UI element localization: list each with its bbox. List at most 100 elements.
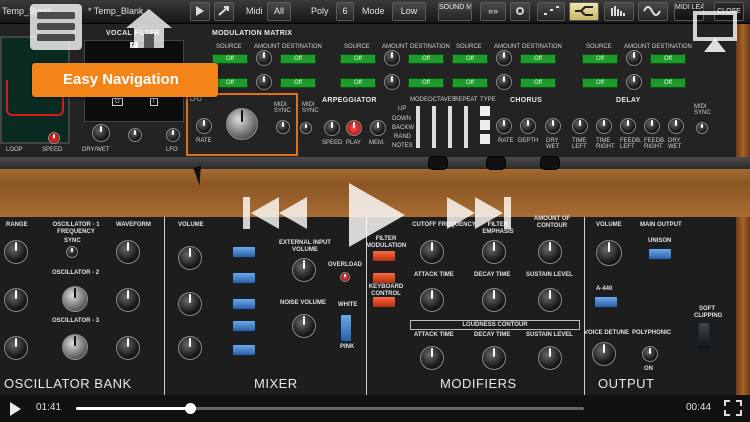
vocal-knob-2[interactable]: [128, 128, 142, 142]
mm-source-select[interactable]: Off: [582, 78, 618, 88]
vocal-lfo-knob[interactable]: [166, 128, 180, 142]
mixer-switch-5[interactable]: [232, 344, 256, 356]
output-jack-2[interactable]: [486, 156, 506, 170]
filter-decay-knob[interactable]: [482, 288, 506, 312]
osc1-range-knob[interactable]: [4, 240, 28, 264]
progress-track[interactable]: [76, 403, 584, 414]
mm-destination-select[interactable]: Off: [520, 54, 556, 64]
play-overlay-icon[interactable]: [349, 183, 405, 247]
polyphonic-toggle[interactable]: [642, 346, 658, 362]
contour-amount-knob[interactable]: [538, 240, 562, 264]
lfo-waveform-knob[interactable]: [226, 108, 258, 140]
mm-destination-select[interactable]: Off: [650, 78, 686, 88]
arp-midi-sync-switch[interactable]: [300, 122, 312, 134]
mm-amount-knob[interactable]: [496, 74, 512, 90]
mm-amount-knob[interactable]: [256, 74, 272, 90]
delay-time-left-knob[interactable]: [572, 118, 588, 134]
delay-midi-sync-switch[interactable]: [696, 122, 708, 134]
osc3-waveform-knob[interactable]: [116, 336, 140, 360]
mm-source-select[interactable]: Off: [340, 78, 376, 88]
delay-time-right-knob[interactable]: [596, 118, 612, 134]
osc2-range-knob[interactable]: [4, 288, 28, 312]
delay-drywet-knob[interactable]: [668, 118, 684, 134]
osc2-waveform-knob[interactable]: [116, 288, 140, 312]
soft-clipping-switch[interactable]: [698, 322, 710, 350]
arp-repeat-slider-2[interactable]: [464, 106, 468, 148]
osc2-frequency-knob[interactable]: [62, 286, 88, 312]
output-jack-1[interactable]: [428, 156, 448, 170]
osc1-waveform-knob[interactable]: [116, 240, 140, 264]
mm-source-select[interactable]: Off: [582, 54, 618, 64]
menu-icon[interactable]: [30, 4, 82, 50]
sync-switch[interactable]: [66, 246, 78, 258]
mixer-osc1-volume-knob[interactable]: [178, 246, 202, 270]
midi-channel-select[interactable]: All: [267, 2, 291, 21]
chorus-type-button-1[interactable]: [480, 106, 490, 116]
loudness-attack-knob[interactable]: [420, 346, 444, 370]
waveform-icon[interactable]: [638, 2, 668, 21]
mm-destination-select[interactable]: Off: [280, 78, 316, 88]
progress-thumb[interactable]: [185, 403, 197, 414]
mixer-osc3-volume-knob[interactable]: [178, 336, 202, 360]
osc3-range-knob[interactable]: [4, 336, 28, 360]
signal-path-icon[interactable]: [569, 2, 599, 21]
chorus-type-button-3[interactable]: [480, 134, 490, 144]
voice-detune-knob[interactable]: [592, 342, 616, 366]
arp-mode-slider[interactable]: [416, 106, 420, 148]
arp-speed-knob[interactable]: [324, 120, 340, 136]
mm-destination-select[interactable]: Off: [650, 54, 686, 64]
mixer-osc2-volume-knob[interactable]: [178, 292, 202, 316]
arp-mem-switch[interactable]: [370, 120, 386, 136]
mm-source-select[interactable]: Off: [212, 54, 248, 64]
mm-amount-knob[interactable]: [626, 50, 642, 66]
fullscreen-icon[interactable]: [724, 400, 742, 416]
filter-attack-knob[interactable]: [420, 288, 444, 312]
mm-source-select[interactable]: Off: [452, 78, 488, 88]
external-display-icon[interactable]: [692, 10, 738, 54]
mm-amount-knob[interactable]: [384, 74, 400, 90]
mixer-switch-4[interactable]: [232, 320, 256, 332]
mode-select[interactable]: Low: [392, 2, 426, 21]
chorus-depth-knob[interactable]: [520, 118, 536, 134]
dry-wet-knob[interactable]: [92, 124, 110, 142]
arp-play-button[interactable]: [346, 120, 362, 136]
output-volume-knob[interactable]: [596, 240, 622, 266]
keyboard-control-switch-1[interactable]: [372, 272, 396, 284]
mm-amount-knob[interactable]: [496, 50, 512, 66]
mixer-switch-2[interactable]: [232, 272, 256, 284]
loudness-sustain-knob[interactable]: [538, 346, 562, 370]
loudness-decay-knob[interactable]: [482, 346, 506, 370]
sound-map-button[interactable]: SOUND MAP: [438, 2, 472, 21]
arp-octaves-slider[interactable]: [432, 106, 436, 148]
mm-amount-knob[interactable]: [256, 50, 272, 66]
poly-select[interactable]: 6: [336, 2, 354, 21]
noise-volume-knob[interactable]: [292, 314, 316, 338]
arrow-right-icon[interactable]: [214, 2, 234, 21]
osc3-frequency-knob[interactable]: [62, 334, 88, 360]
mm-amount-knob[interactable]: [626, 74, 642, 90]
arpeggio-icon[interactable]: [537, 2, 565, 21]
noise-color-switch[interactable]: [340, 314, 352, 342]
cutoff-knob[interactable]: [420, 240, 444, 264]
external-input-knob[interactable]: [292, 258, 316, 282]
delay-feedb-left-knob[interactable]: [620, 118, 636, 134]
fast-forward-icon[interactable]: [447, 195, 511, 231]
arrow-left-icon[interactable]: [190, 2, 210, 21]
mm-source-select[interactable]: Off: [452, 54, 488, 64]
spectrum-icon[interactable]: [604, 2, 634, 21]
lfo-rate-knob[interactable]: [196, 118, 212, 134]
mm-amount-knob[interactable]: [384, 50, 400, 66]
emphasis-knob[interactable]: [482, 240, 506, 264]
rewind-icon[interactable]: [243, 195, 307, 231]
output-jack-3[interactable]: [540, 156, 560, 170]
mm-destination-select[interactable]: Off: [280, 54, 316, 64]
forward-button[interactable]: »»: [480, 2, 506, 21]
mixer-switch-1[interactable]: [232, 246, 256, 258]
mm-source-select[interactable]: Off: [340, 54, 376, 64]
chorus-rate-knob[interactable]: [496, 118, 512, 134]
speed-led[interactable]: [48, 132, 60, 144]
arp-repeat-slider-1[interactable]: [448, 106, 452, 148]
mm-destination-select[interactable]: Off: [408, 54, 444, 64]
settings-icon[interactable]: [510, 2, 530, 21]
mm-destination-select[interactable]: Off: [520, 78, 556, 88]
